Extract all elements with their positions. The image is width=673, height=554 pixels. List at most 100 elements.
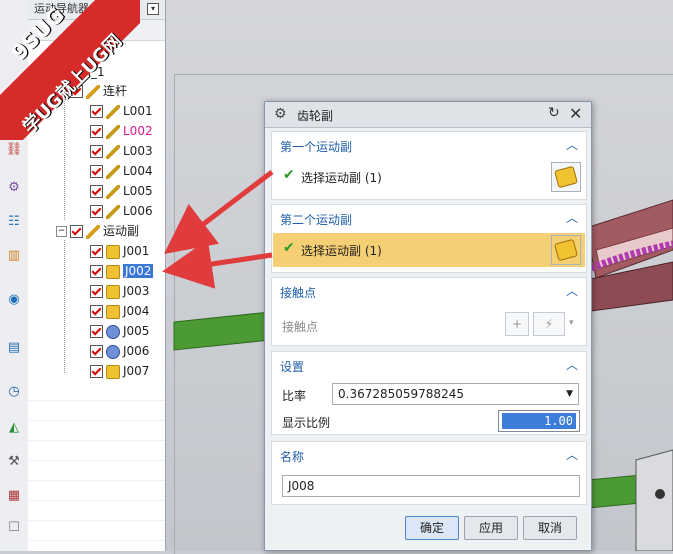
- tree-item-L001[interactable]: L001: [90, 101, 153, 121]
- tree-root[interactable]: tion_1: [68, 62, 105, 82]
- settings-heading[interactable]: 设置: [280, 358, 304, 375]
- joints-group-row[interactable]: − 运动副: [56, 221, 139, 241]
- system-materials-icon[interactable]: ◭: [5, 418, 23, 436]
- chevron-up-icon[interactable]: ︿: [566, 136, 578, 153]
- checkbox[interactable]: [90, 305, 103, 318]
- checkbox[interactable]: [90, 345, 103, 358]
- chevron-up-icon[interactable]: ︿: [566, 209, 578, 226]
- checkbox[interactable]: [90, 205, 103, 218]
- process-studio-icon[interactable]: ⚒: [5, 452, 23, 470]
- checkbox[interactable]: [70, 85, 83, 98]
- checkbox[interactable]: [90, 185, 103, 198]
- tree-item-J007[interactable]: J007: [90, 361, 149, 381]
- joint-label: J003: [123, 284, 150, 298]
- links-group-row[interactable]: 连杆: [70, 81, 127, 101]
- checkbox[interactable]: [90, 165, 103, 178]
- tree-item-J001[interactable]: J001: [90, 241, 149, 261]
- second-joint-select-row[interactable]: ✔ 选择运动副 (1): [273, 233, 585, 267]
- tree-line: [64, 240, 65, 373]
- link-icon: [106, 144, 120, 159]
- ratio-select[interactable]: 0.367285059788245 ▼: [332, 383, 579, 405]
- link-icon: [106, 104, 120, 119]
- tree-item-L006[interactable]: L006: [90, 201, 153, 221]
- web-browser-icon[interactable]: ◉: [5, 290, 23, 308]
- constraint-navigator-icon[interactable]: ⚙: [5, 178, 23, 196]
- ratio-value: 0.367285059788245: [338, 387, 464, 401]
- checkbox[interactable]: [90, 145, 103, 158]
- point-dialog-button[interactable]: +: [505, 312, 529, 336]
- chevron-down-icon[interactable]: ▾: [569, 318, 574, 328]
- checkbox[interactable]: [90, 325, 103, 338]
- chevron-up-icon[interactable]: ︿: [566, 282, 578, 299]
- joint-label: J007: [123, 364, 150, 378]
- history-icon[interactable]: ▤: [5, 338, 23, 356]
- checkbox[interactable]: [70, 225, 83, 238]
- checkbox[interactable]: [90, 365, 103, 378]
- cancel-button[interactable]: 取消: [523, 516, 577, 540]
- tree-item-J005[interactable]: J005: [90, 321, 149, 341]
- part-navigator-icon[interactable]: ☷: [5, 212, 23, 230]
- first-joint-group: 第一个运动副 ︿ ✔ 选择运动副 (1): [271, 131, 587, 200]
- first-joint-heading[interactable]: 第一个运动副: [280, 138, 352, 155]
- tree-item-L005[interactable]: L005: [90, 181, 153, 201]
- link-icon: [106, 204, 120, 219]
- ok-button[interactable]: 确定: [405, 516, 459, 540]
- link-icon: [106, 164, 120, 179]
- palette-icon[interactable]: ☐: [5, 518, 23, 536]
- name-group: 名称 ︿ J008: [271, 441, 587, 505]
- roles-icon[interactable]: ▦: [5, 486, 23, 504]
- block: [635, 449, 673, 551]
- tree-item-J002[interactable]: J002: [90, 261, 154, 281]
- grid-line: [28, 420, 165, 421]
- checkbox[interactable]: [90, 265, 103, 278]
- name-heading[interactable]: 名称: [280, 448, 304, 465]
- slider-joint-icon: [106, 344, 120, 359]
- close-icon[interactable]: ✕: [569, 104, 582, 123]
- name-input[interactable]: J008: [282, 475, 580, 497]
- tree-item-L004[interactable]: L004: [90, 161, 153, 181]
- reset-icon[interactable]: ↻: [548, 105, 560, 121]
- settings-group: 设置 ︿ 比率 0.367285059788245 ▼ 显示比例 1.00: [271, 351, 587, 435]
- contact-heading[interactable]: 接触点: [280, 284, 316, 301]
- tree-item-J003[interactable]: J003: [90, 281, 149, 301]
- navigator-column-header: [28, 20, 165, 41]
- chevron-up-icon[interactable]: ︿: [566, 446, 578, 463]
- gear-pair-dialog: ⚙ 齿轮副 ↻ ✕ 第一个运动副 ︿ ✔ 选择运动副 (1) 第二个运动副 ︿ …: [264, 101, 592, 551]
- select-joint-button[interactable]: [551, 162, 581, 192]
- tree-item-J004[interactable]: J004: [90, 301, 149, 321]
- link-label: L006: [123, 204, 153, 218]
- joint-label-selected: J002: [123, 264, 154, 278]
- clock-icon[interactable]: ◷: [5, 382, 23, 400]
- link-label: L002: [123, 124, 153, 138]
- checkbox[interactable]: [90, 245, 103, 258]
- link-label: L003: [123, 144, 153, 158]
- first-joint-select-row[interactable]: ✔ 选择运动副 (1): [273, 160, 585, 194]
- dialog-titlebar: ⚙ 齿轮副 ↻ ✕: [265, 102, 591, 128]
- grid-line: [28, 440, 165, 441]
- navigator-title: 运动导航器: [34, 2, 89, 15]
- assembly-navigator-icon[interactable]: ⛓: [5, 140, 23, 158]
- tree-item-L003[interactable]: L003: [90, 141, 153, 161]
- second-joint-heading[interactable]: 第二个运动副: [280, 211, 352, 228]
- second-joint-group: 第二个运动副 ︿ ✔ 选择运动副 (1): [271, 204, 587, 273]
- second-joint-select-label: 选择运动副 (1): [301, 244, 382, 258]
- checkbox[interactable]: [90, 285, 103, 298]
- collapse-icon[interactable]: −: [56, 226, 67, 237]
- apply-button[interactable]: 应用: [464, 516, 518, 540]
- display-scale-value: 1.00: [502, 413, 576, 429]
- chevron-up-icon[interactable]: ︿: [566, 356, 578, 373]
- select-joint-button[interactable]: [551, 235, 581, 265]
- dialog-title: 齿轮副: [297, 109, 334, 123]
- inferred-point-button[interactable]: ⚡: [533, 312, 565, 336]
- display-scale-input[interactable]: 1.00: [498, 410, 580, 432]
- reuse-library-icon[interactable]: ▥: [5, 246, 23, 264]
- tree-item-J006[interactable]: J006: [90, 341, 149, 361]
- navigator-menu-icon[interactable]: ▾: [147, 3, 159, 15]
- tree-item-L002[interactable]: L002: [90, 121, 153, 141]
- checkbox[interactable]: [90, 125, 103, 138]
- contact-group: 接触点 ︿ 接触点 + ⚡ ▾: [271, 277, 587, 346]
- grid-line: [28, 540, 165, 541]
- link-icon: [106, 184, 120, 199]
- checkbox[interactable]: [90, 105, 103, 118]
- check-icon: ✔: [283, 240, 295, 256]
